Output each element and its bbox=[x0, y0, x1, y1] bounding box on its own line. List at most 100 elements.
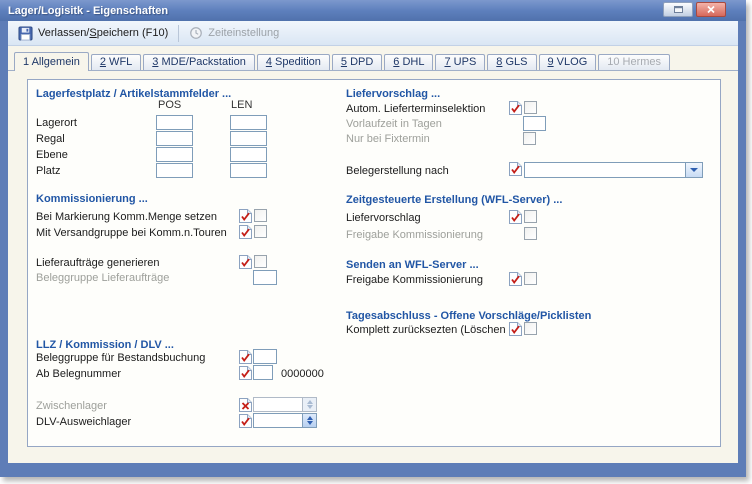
column-header-pos: POS bbox=[158, 99, 181, 112]
save-exit-label: Verlassen/Speichern (F10) bbox=[38, 27, 168, 39]
spinner-buttons-icon bbox=[302, 398, 316, 411]
tab-10-hermes: 10 Hermes bbox=[598, 54, 670, 70]
tab-2-wfl[interactable]: 2 WFL bbox=[91, 54, 141, 70]
tab-content-allgemein: Lagerfestplatz / Artikelstammfelder ... … bbox=[8, 71, 738, 463]
belegnummer-value: 0000000 bbox=[281, 368, 324, 381]
default-check-icon[interactable] bbox=[509, 101, 522, 115]
tab-8-gls[interactable]: 8 GLS bbox=[487, 54, 536, 70]
time-settings-button: Zeiteinstellung bbox=[183, 24, 285, 42]
toolbar: Verlassen/Speichern (F10) Zeiteinstellun… bbox=[8, 21, 738, 46]
input-regal-len[interactable] bbox=[230, 131, 267, 146]
time-settings-label: Zeiteinstellung bbox=[208, 27, 279, 39]
default-check-icon[interactable] bbox=[509, 162, 522, 176]
label-belegerstellung-nach: Belegerstellung nach bbox=[346, 165, 449, 178]
tab-9-vlog[interactable]: 9 VLOG bbox=[539, 54, 597, 70]
tab-4-spedition[interactable]: 4 Spedition bbox=[257, 54, 330, 70]
input-lagerort-pos[interactable] bbox=[156, 115, 193, 130]
label-lagerort: Lagerort bbox=[36, 117, 77, 130]
tab-5-dpd[interactable]: 5 DPD bbox=[332, 54, 382, 70]
dropdown-button[interactable] bbox=[685, 163, 702, 177]
input-ebene-len[interactable] bbox=[230, 147, 267, 162]
default-check-icon[interactable] bbox=[509, 322, 522, 336]
titlebar[interactable]: Lager/Logisitk - Eigenschaften bbox=[0, 0, 746, 21]
tab-1-allgemein[interactable]: 1 Allgemein bbox=[14, 52, 89, 71]
section-kommissionierung-header: Kommissionierung ... bbox=[36, 193, 148, 206]
label-vorlaufzeit: Vorlaufzeit in Tagen bbox=[346, 118, 442, 131]
input-regal-pos[interactable] bbox=[156, 131, 193, 146]
section-lagerfestplatz-header: Lagerfestplatz / Artikelstammfelder ... bbox=[36, 88, 231, 101]
section-senden-header: Senden an WFL-Server ... bbox=[346, 259, 479, 272]
default-check-icon[interactable] bbox=[239, 366, 252, 380]
save-exit-button[interactable]: Verlassen/Speichern (F10) bbox=[12, 24, 174, 43]
label-lieferauftraege-generieren: Lieferaufträge generieren bbox=[36, 257, 160, 270]
spinner-buttons-icon[interactable] bbox=[302, 414, 316, 427]
settings-panel: Lagerfestplatz / Artikelstammfelder ... … bbox=[27, 79, 721, 447]
default-check-icon[interactable] bbox=[509, 210, 522, 224]
label-markierung-komm-menge: Bei Markierung Komm.Menge setzen bbox=[36, 211, 217, 224]
tab-3-mde-packstation[interactable]: 3 MDE/Packstation bbox=[143, 54, 255, 70]
clock-icon bbox=[189, 26, 203, 40]
label-dlv-ausweichlager: DLV-Ausweichlager bbox=[36, 416, 131, 429]
checkbox-markierung-komm-menge[interactable] bbox=[254, 209, 267, 222]
maximize-button[interactable] bbox=[663, 2, 693, 17]
label-zeitgesteuert-freigabe: Freigabe Kommissionierung bbox=[346, 229, 483, 242]
zwischenlager-spinner bbox=[253, 397, 317, 412]
label-zwischenlager: Zwischenlager bbox=[36, 400, 107, 413]
app-window: Lager/Logisitk - Eigenschaften bbox=[0, 0, 746, 477]
label-versandgruppe-touren: Mit Versandgruppe bei Komm.n.Touren bbox=[36, 227, 227, 240]
default-check-icon[interactable] bbox=[509, 272, 522, 286]
label-beleggruppe-lieferauftraege: Beleggruppe Lieferaufträge bbox=[36, 272, 169, 285]
section-zeitgesteuert-header: Zeitgesteuerte Erstellung (WFL-Server) .… bbox=[346, 194, 562, 207]
input-vorlaufzeit[interactable] bbox=[523, 116, 546, 131]
label-beleggruppe-bestandsbuchung: Beleggruppe für Bestandsbuchung bbox=[36, 352, 205, 365]
input-ebene-pos[interactable] bbox=[156, 147, 193, 162]
label-regal: Regal bbox=[36, 133, 65, 146]
default-check-icon[interactable] bbox=[239, 225, 252, 239]
checkbox-nur-bei-fixtermin[interactable] bbox=[523, 132, 536, 145]
tab-strip: 1 Allgemein2 WFL3 MDE/Packstation4 Spedi… bbox=[8, 52, 738, 71]
checkbox-autom-lieferterminselektion[interactable] bbox=[524, 101, 537, 114]
label-ebene: Ebene bbox=[36, 149, 68, 162]
input-platz-len[interactable] bbox=[230, 163, 267, 178]
belegerstellung-combobox[interactable] bbox=[524, 162, 703, 178]
label-nur-bei-fixtermin: Nur bei Fixtermin bbox=[346, 133, 430, 146]
close-icon bbox=[705, 4, 717, 15]
checkbox-senden-freigabe[interactable] bbox=[524, 272, 537, 285]
label-zeitgesteuert-liefervorschlag: Liefervorschlag bbox=[346, 212, 421, 225]
tab-6-dhl[interactable]: 6 DHL bbox=[384, 54, 433, 70]
default-check-icon[interactable] bbox=[239, 209, 252, 223]
restore-icon bbox=[672, 4, 685, 15]
checkbox-lieferauftraege-generieren[interactable] bbox=[254, 255, 267, 268]
section-tagesabschluss-header: Tagesabschluss - Offene Vorschläge/Pickl… bbox=[346, 310, 591, 323]
toolbar-separator bbox=[178, 25, 179, 42]
window-body: Verlassen/Speichern (F10) Zeiteinstellun… bbox=[8, 21, 738, 463]
chevron-down-icon bbox=[690, 168, 698, 172]
checkbox-zeitgesteuert-freigabe[interactable] bbox=[524, 227, 537, 240]
window-title: Lager/Logisitk - Eigenschaften bbox=[8, 5, 168, 17]
default-check-icon[interactable] bbox=[239, 350, 252, 364]
close-button[interactable] bbox=[696, 2, 726, 17]
label-autom-lieferterminselektion: Autom. Lieferterminselektion bbox=[346, 103, 485, 116]
input-ab-belegnummer[interactable] bbox=[253, 365, 273, 380]
default-check-icon[interactable] bbox=[239, 255, 252, 269]
checkbox-zeitgesteuert-liefervorschlag[interactable] bbox=[524, 210, 537, 223]
input-lagerort-len[interactable] bbox=[230, 115, 267, 130]
input-beleggruppe-bestandsbuchung[interactable] bbox=[253, 349, 277, 364]
label-ab-belegnummer: Ab Belegnummer bbox=[36, 368, 121, 381]
checkbox-versandgruppe-touren[interactable] bbox=[254, 225, 267, 238]
input-platz-pos[interactable] bbox=[156, 163, 193, 178]
checkbox-komplett-zuruecksetzen[interactable] bbox=[524, 322, 537, 335]
dlv-ausweichlager-spinner[interactable] bbox=[253, 413, 317, 428]
label-senden-freigabe: Freigabe Kommissionierung bbox=[346, 274, 483, 287]
label-komplett-zuruecksetzen: Komplett zurücksezten (Löschen bbox=[346, 324, 506, 337]
label-platz: Platz bbox=[36, 165, 60, 178]
column-header-len: LEN bbox=[231, 99, 252, 112]
default-check-icon[interactable] bbox=[239, 414, 252, 428]
input-beleggruppe-lieferauftraege[interactable] bbox=[253, 270, 277, 285]
save-icon bbox=[18, 26, 33, 41]
default-cross-icon[interactable] bbox=[239, 398, 252, 412]
section-llz-header: LLZ / Kommission / DLV ... bbox=[36, 339, 174, 352]
window-controls bbox=[663, 2, 726, 17]
tab-7-ups[interactable]: 7 UPS bbox=[435, 54, 485, 70]
section-liefervorschlag-header: Liefervorschlag ... bbox=[346, 88, 440, 101]
